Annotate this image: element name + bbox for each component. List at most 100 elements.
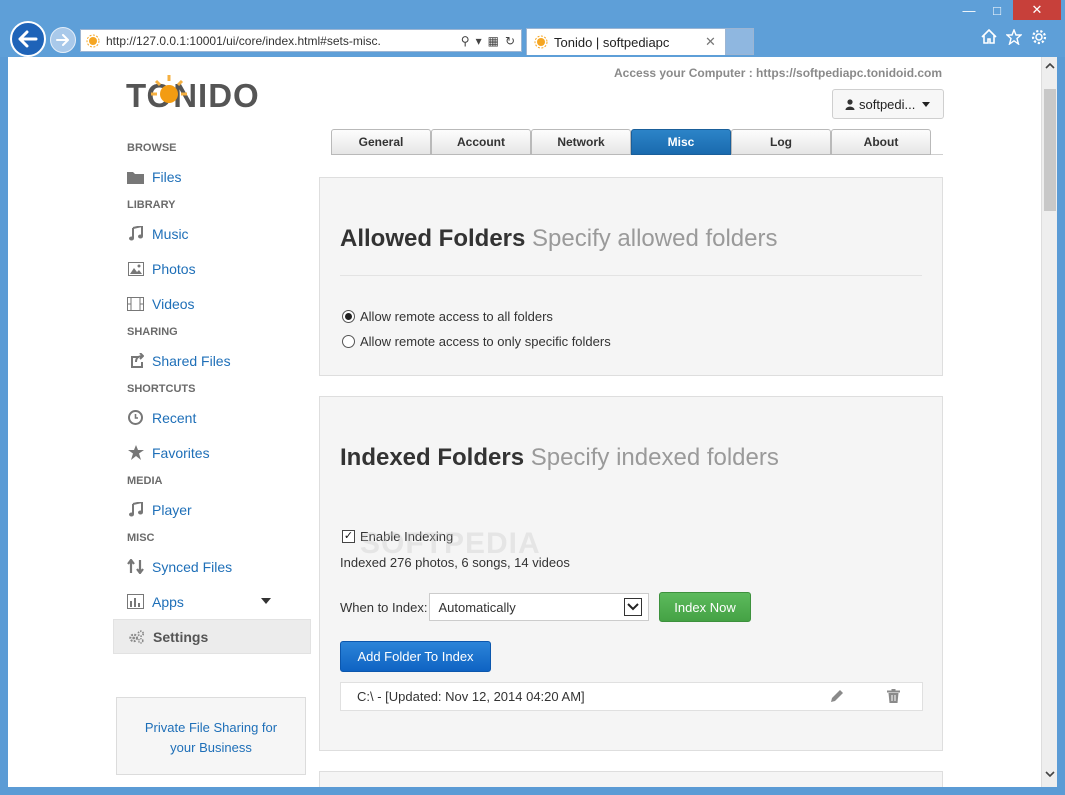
allowed-folders-heading: Allowed Folders Specify allowed folders <box>340 225 778 253</box>
sidebar-item-label: Favorites <box>152 444 210 461</box>
promo-line-2[interactable]: your Business <box>117 738 305 758</box>
radio-button[interactable] <box>342 335 355 348</box>
sidebar-item-apps[interactable]: Apps <box>113 584 313 619</box>
promo-line-1[interactable]: Private File Sharing for <box>117 718 305 738</box>
section-heading-sharing: SHARING <box>127 326 178 338</box>
tab-title: Tonido | softpediapc <box>554 34 670 50</box>
address-url[interactable]: http://127.0.0.1:10001/ui/core/index.htm… <box>106 34 461 48</box>
search-icon[interactable]: ⚲ <box>461 34 470 48</box>
favorites-star-icon[interactable] <box>1005 28 1022 45</box>
sidebar: BROWSE Files LIBRARY Music Photos Videos… <box>113 137 313 654</box>
sidebar-item-synced-files[interactable]: Synced Files <box>113 549 313 584</box>
film-icon <box>127 296 144 312</box>
compat-view-icon[interactable]: ▦ <box>488 34 499 48</box>
radio-allow-specific[interactable]: Allow remote access to only specific fol… <box>342 334 611 349</box>
new-tab-button[interactable] <box>726 28 754 55</box>
tab-log[interactable]: Log <box>731 129 831 155</box>
home-icon[interactable] <box>980 28 997 45</box>
sidebar-item-label: Recent <box>152 409 197 426</box>
back-button[interactable] <box>10 21 46 57</box>
site-favicon <box>86 34 100 47</box>
tab-general[interactable]: General <box>331 129 431 155</box>
sidebar-item-settings[interactable]: Settings <box>113 619 311 654</box>
page-viewport: TONIDO Access your Computer : https://so… <box>8 57 1041 787</box>
refresh-icon[interactable]: ↻ <box>505 34 515 48</box>
sidebar-item-favorites[interactable]: Favorites <box>113 435 313 470</box>
divider <box>340 275 922 276</box>
scroll-up-icon[interactable] <box>1042 57 1058 75</box>
when-to-index-row: When to Index: Automatically <box>340 593 650 621</box>
select-value: Automatically <box>438 599 516 615</box>
tab-favicon <box>534 35 548 49</box>
when-to-index-select[interactable]: Automatically <box>429 593 650 621</box>
share-icon <box>127 353 144 369</box>
tab-network[interactable]: Network <box>531 129 631 155</box>
forward-button[interactable] <box>50 27 76 53</box>
scroll-down-icon[interactable] <box>1042 765 1058 783</box>
panel-subtitle: Specify indexed folders <box>530 444 779 471</box>
when-to-index-label: When to Index: <box>340 599 428 615</box>
section-heading-browse: BROWSE <box>127 142 177 154</box>
next-panel <box>319 771 943 787</box>
settings-tab-bar: General Account Network Misc Log About <box>331 129 943 155</box>
sidebar-item-player[interactable]: Player <box>113 492 313 527</box>
close-window-button[interactable]: ✕ <box>1013 0 1061 20</box>
radio-label: Allow remote access to all folders <box>360 309 553 324</box>
checkbox-checked-icon[interactable]: ✓ <box>342 530 355 543</box>
allowed-folders-panel: Allowed Folders Specify allowed folders … <box>319 177 943 376</box>
sidebar-item-label: Synced Files <box>152 558 233 575</box>
panel-title: Allowed Folders <box>340 225 526 252</box>
apps-expand-caret-icon[interactable] <box>261 598 271 604</box>
user-name: softpedi... <box>859 96 916 112</box>
tab-misc[interactable]: Misc <box>631 129 731 155</box>
tab-account[interactable]: Account <box>431 129 531 155</box>
sidebar-item-label: Files <box>152 168 182 185</box>
sidebar-item-label: Photos <box>152 260 196 277</box>
sidebar-item-photos[interactable]: Photos <box>113 251 313 286</box>
folder-icon <box>127 169 144 185</box>
index-now-button[interactable]: Index Now <box>659 592 751 622</box>
clock-icon <box>127 410 144 426</box>
sun-logo-icon <box>151 75 187 103</box>
dropdown-icon[interactable]: ▾ <box>476 34 482 48</box>
sidebar-item-label: Apps <box>152 593 184 610</box>
promo-box[interactable]: Private File Sharing for your Business <box>116 697 306 775</box>
sidebar-item-files[interactable]: Files <box>113 159 313 194</box>
radio-allow-all[interactable]: Allow remote access to all folders <box>342 309 553 324</box>
trash-icon[interactable] <box>887 689 900 706</box>
sidebar-item-shared-files[interactable]: Shared Files <box>113 343 313 378</box>
chevron-down-icon[interactable] <box>624 598 643 616</box>
arrow-left-icon <box>18 30 38 48</box>
add-folder-button[interactable]: Add Folder To Index <box>340 641 491 672</box>
access-url-text: Access your Computer : https://softpedia… <box>614 66 943 80</box>
sidebar-item-label: Settings <box>153 628 209 645</box>
watermark: SOFTPEDIA <box>360 527 541 560</box>
settings-gear-icon[interactable] <box>1030 28 1047 45</box>
vertical-scrollbar[interactable] <box>1041 57 1057 787</box>
folder-path: C:\ - [Updated: Nov 12, 2014 04:20 AM] <box>357 689 585 704</box>
sidebar-item-music[interactable]: Music <box>113 216 313 251</box>
caret-down-icon <box>922 101 931 107</box>
panel-title: Indexed Folders <box>340 444 525 471</box>
section-heading-library: LIBRARY <box>127 199 176 211</box>
user-menu-button[interactable]: softpedi... <box>832 89 944 119</box>
sidebar-item-label: Music <box>152 225 189 242</box>
scrollbar-thumb[interactable] <box>1044 89 1056 211</box>
pencil-edit-icon[interactable] <box>829 689 844 707</box>
sidebar-item-label: Shared Files <box>152 352 231 369</box>
tab-about[interactable]: About <box>831 129 931 155</box>
tonido-logo[interactable]: TONIDO <box>126 71 276 115</box>
sidebar-item-recent[interactable]: Recent <box>113 400 313 435</box>
tab-close-icon[interactable]: ✕ <box>705 34 725 50</box>
section-heading-shortcuts: SHORTCUTS <box>127 383 196 395</box>
minimize-button[interactable]: — <box>955 0 983 20</box>
address-bar[interactable]: http://127.0.0.1:10001/ui/core/index.htm… <box>80 29 522 52</box>
user-icon <box>845 98 855 110</box>
sidebar-item-label: Player <box>152 501 192 518</box>
browser-tab[interactable]: Tonido | softpediapc ✕ <box>526 28 726 55</box>
radio-button-selected[interactable] <box>342 310 355 323</box>
browser-chrome: — □ ✕ http://127.0.0.1:10001/ui/core/ind… <box>0 0 1065 57</box>
sidebar-item-videos[interactable]: Videos <box>113 286 313 321</box>
maximize-button[interactable]: □ <box>983 0 1011 20</box>
section-heading-media: MEDIA <box>127 475 163 487</box>
